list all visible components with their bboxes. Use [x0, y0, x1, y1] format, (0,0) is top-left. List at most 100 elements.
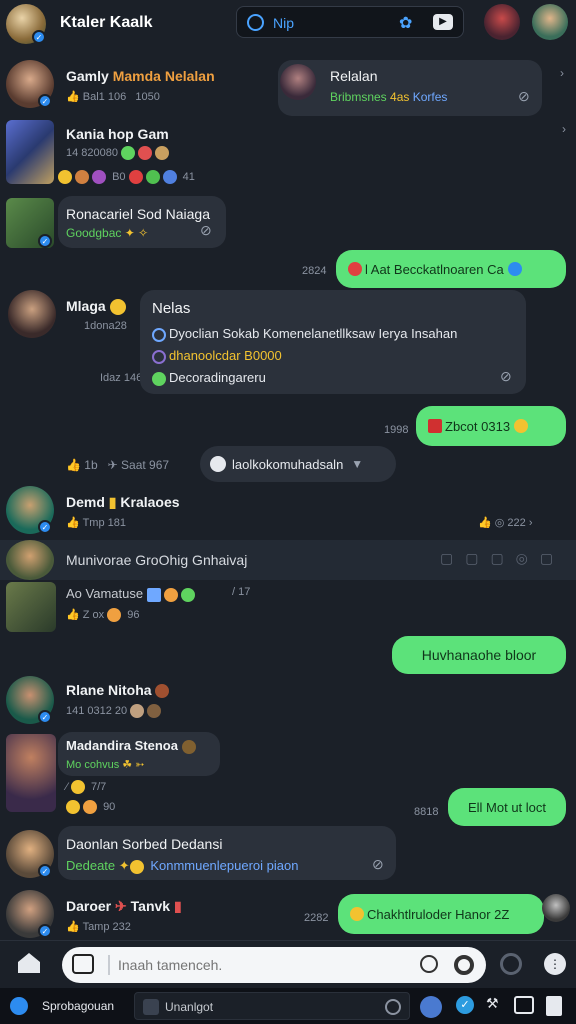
avatar — [280, 64, 316, 100]
avatar[interactable] — [542, 894, 570, 922]
search-bar[interactable]: Nip ✿ ▶ — [236, 6, 464, 38]
tray-icon-4[interactable] — [514, 996, 534, 1014]
taskbar: Sprobagouan Unanlgot ✓ ⚒ — [0, 988, 576, 1024]
attach-icon[interactable]: ⊘ — [518, 88, 530, 105]
list-item[interactable]: Munivorae GroOhig Gnhaivaj ▢▢▢◎▢ — [0, 540, 576, 580]
message-bubble[interactable]: Ronacariel Sod Naiaga Goodgbac ✦ ✧ ⊘ — [58, 196, 226, 248]
list-item[interactable]: ✓ Rlane Nitoha 141 0312 20 — [0, 676, 320, 728]
message-sub: Bribmsnes 4as Korfes — [330, 90, 448, 104]
settings-icon[interactable]: ✿ — [399, 13, 412, 33]
chat-name: Rlane Nitoha — [66, 682, 172, 699]
search-icon — [247, 14, 264, 31]
list-item[interactable]: ✓ Daroer ✈ Tanvk ▮ 👍 Tamp 232 — [0, 888, 300, 940]
message-bubble[interactable]: Daonlan Sorbed Dedansi Dedeate ✦ Konmmue… — [58, 826, 396, 880]
chat-meta: 90 — [66, 800, 115, 814]
tray-icon-2[interactable]: ✓ — [456, 996, 474, 1014]
message-bubble[interactable]: Huvhanaohe bloor — [392, 636, 566, 674]
chat-meta: 14 820080 — [66, 146, 172, 160]
record-icon[interactable] — [454, 955, 474, 975]
list-item[interactable]: ✓ Daonlan Sorbed Dedansi Dedeate ✦ Konmm… — [0, 826, 400, 884]
info-card[interactable]: Nelas Dyoclian Sokab Komenelanetllksaw I… — [140, 290, 526, 394]
chevron-right-icon[interactable]: › — [562, 122, 566, 136]
chat-name: Daroer ✈ Tanvk ▮ — [66, 898, 182, 914]
taskbar-app-label[interactable]: Sprobagouan — [42, 999, 114, 1013]
message-text: Ell Mot ut loct — [467, 799, 547, 815]
tray-icon-5[interactable] — [546, 996, 562, 1016]
chat-meta-right: 👍 ◎ 222 › — [478, 517, 533, 529]
attach-icon[interactable]: ⊘ — [372, 856, 384, 873]
timestamp: 8818 — [414, 806, 439, 818]
emoji-icon — [514, 419, 529, 433]
contact-avatar-1[interactable] — [484, 4, 520, 40]
message-text: Zbcot 0313 — [445, 418, 511, 434]
avatar — [6, 120, 54, 184]
avatar[interactable] — [8, 290, 56, 338]
list-item[interactable]: ✓ Demd ▮ Kralaoes 👍 Tmp 181 👍 ◎ 222 › — [0, 484, 576, 540]
message-bubble[interactable]: Zbcot 0313 — [416, 406, 566, 446]
message-bubble[interactable]: Chakhtlruloder Hanor 2Z — [338, 894, 544, 934]
message-text: l Aat Becckatlnoaren Ca — [365, 261, 504, 277]
chat-meta: 👍 Z ox 96 — [66, 608, 140, 623]
attach-icon[interactable] — [72, 954, 94, 974]
list-item[interactable]: ✓ Gamly Mamda Nelalan 👍 Bal1 106 1050 — [0, 56, 280, 112]
chat-name: Madandira Stenoa — [66, 738, 199, 754]
message-input[interactable] — [118, 953, 378, 977]
card-line: dhanoolcdar B0000 — [152, 348, 282, 364]
taskbar-field[interactable]: Unanlgot — [134, 992, 410, 1020]
chat-name: Gamly Mamda Nelalan — [66, 68, 215, 84]
more-icon[interactable]: ⋮ — [544, 953, 566, 975]
composer-input-wrap[interactable] — [62, 947, 486, 983]
clock-icon — [385, 999, 401, 1015]
app-logo-icon[interactable] — [10, 997, 28, 1015]
timestamp: 2824 — [302, 265, 327, 277]
sticker-icon[interactable] — [420, 955, 438, 973]
attach-icon[interactable]: ⊘ — [500, 368, 512, 385]
attach-icon[interactable]: ⊘ — [200, 222, 212, 239]
composer: ⋮ — [0, 940, 576, 988]
chat-meta: 141 0312 20 — [66, 704, 164, 718]
header: ✓ Ktaler Kaalk Nip ✿ ▶ — [0, 0, 576, 48]
chat-meta: 1dona28 — [84, 320, 127, 332]
avatar — [6, 734, 56, 812]
card-line: Decoradingareru — [152, 370, 266, 386]
message-text: Huvhanaohe bloor — [421, 647, 537, 663]
card-title: Nelas — [152, 300, 191, 317]
list-item[interactable]: Madandira Stenoa Mo cohvus ☘ ➳ ⁄ 7/7 90 — [0, 732, 230, 822]
verified-icon: ✓ — [38, 94, 52, 108]
chat-meta-right: / 17 — [232, 586, 251, 598]
list-item[interactable]: Kania hop Gam 14 820080 B0 41 — [0, 116, 320, 192]
verified-icon: ✓ — [38, 710, 52, 724]
camera-icon[interactable] — [500, 953, 522, 975]
list-item[interactable]: Ao Vamatuse / 17 👍 Z ox 96 — [0, 580, 576, 634]
emoji-icon — [350, 907, 364, 921]
chat-meta: Mo cohvus ☘ ➳ — [66, 759, 145, 771]
card-line: Dyoclian Sokab Komenelanetllksaw Ierya I… — [152, 326, 457, 342]
home-icon[interactable] — [18, 953, 40, 973]
tray-icon-1[interactable] — [420, 996, 442, 1018]
pill-text: laolkokomuhadsaln — [232, 456, 344, 472]
play-icon[interactable]: ▶ — [433, 14, 453, 30]
message-title: Relalan — [330, 68, 378, 84]
search-input[interactable]: Nip — [273, 15, 294, 31]
row-actions-icon[interactable]: ▢▢▢◎▢ — [440, 550, 565, 567]
emoji-icon — [428, 419, 442, 433]
chat-text: Munivorae GroOhig Gnhaivaj — [66, 552, 248, 568]
chat-meta: 👍 Tmp 181 — [66, 517, 126, 529]
chat-name: Demd ▮ Kralaoes — [66, 494, 180, 510]
chat-meta: ⁄ 7/7 — [66, 780, 107, 794]
message-bubble[interactable]: Relalan Bribmsnes 4as Korfes ⊘ — [278, 60, 542, 116]
jump-pill[interactable]: laolkokomuhadsaln ▼ — [200, 446, 396, 482]
message-bubble[interactable]: Ell Mot ut loct — [448, 788, 566, 826]
chat-name: Ronacariel Sod Naiaga — [66, 206, 210, 222]
message-bubble[interactable]: l Aat Becckatlnoaren Ca — [336, 250, 566, 288]
list-item[interactable]: ✓ Ronacariel Sod Naiaga Goodgbac ✦ ✧ ⊘ — [0, 196, 240, 252]
message-text: Chakhtlruloder Hanor 2Z — [367, 906, 510, 922]
contact-avatar-2[interactable] — [532, 4, 568, 40]
chevron-right-icon[interactable]: › — [560, 66, 564, 80]
chat-name: Daonlan Sorbed Dedansi — [66, 836, 223, 852]
reactions: B0 41 — [58, 170, 195, 184]
tray-icon-3[interactable]: ⚒ — [486, 995, 499, 1012]
message-bubble[interactable]: Madandira Stenoa Mo cohvus ☘ ➳ — [58, 732, 220, 776]
chat-name: Kania hop Gam — [66, 126, 169, 142]
verified-icon: ✓ — [38, 924, 52, 938]
